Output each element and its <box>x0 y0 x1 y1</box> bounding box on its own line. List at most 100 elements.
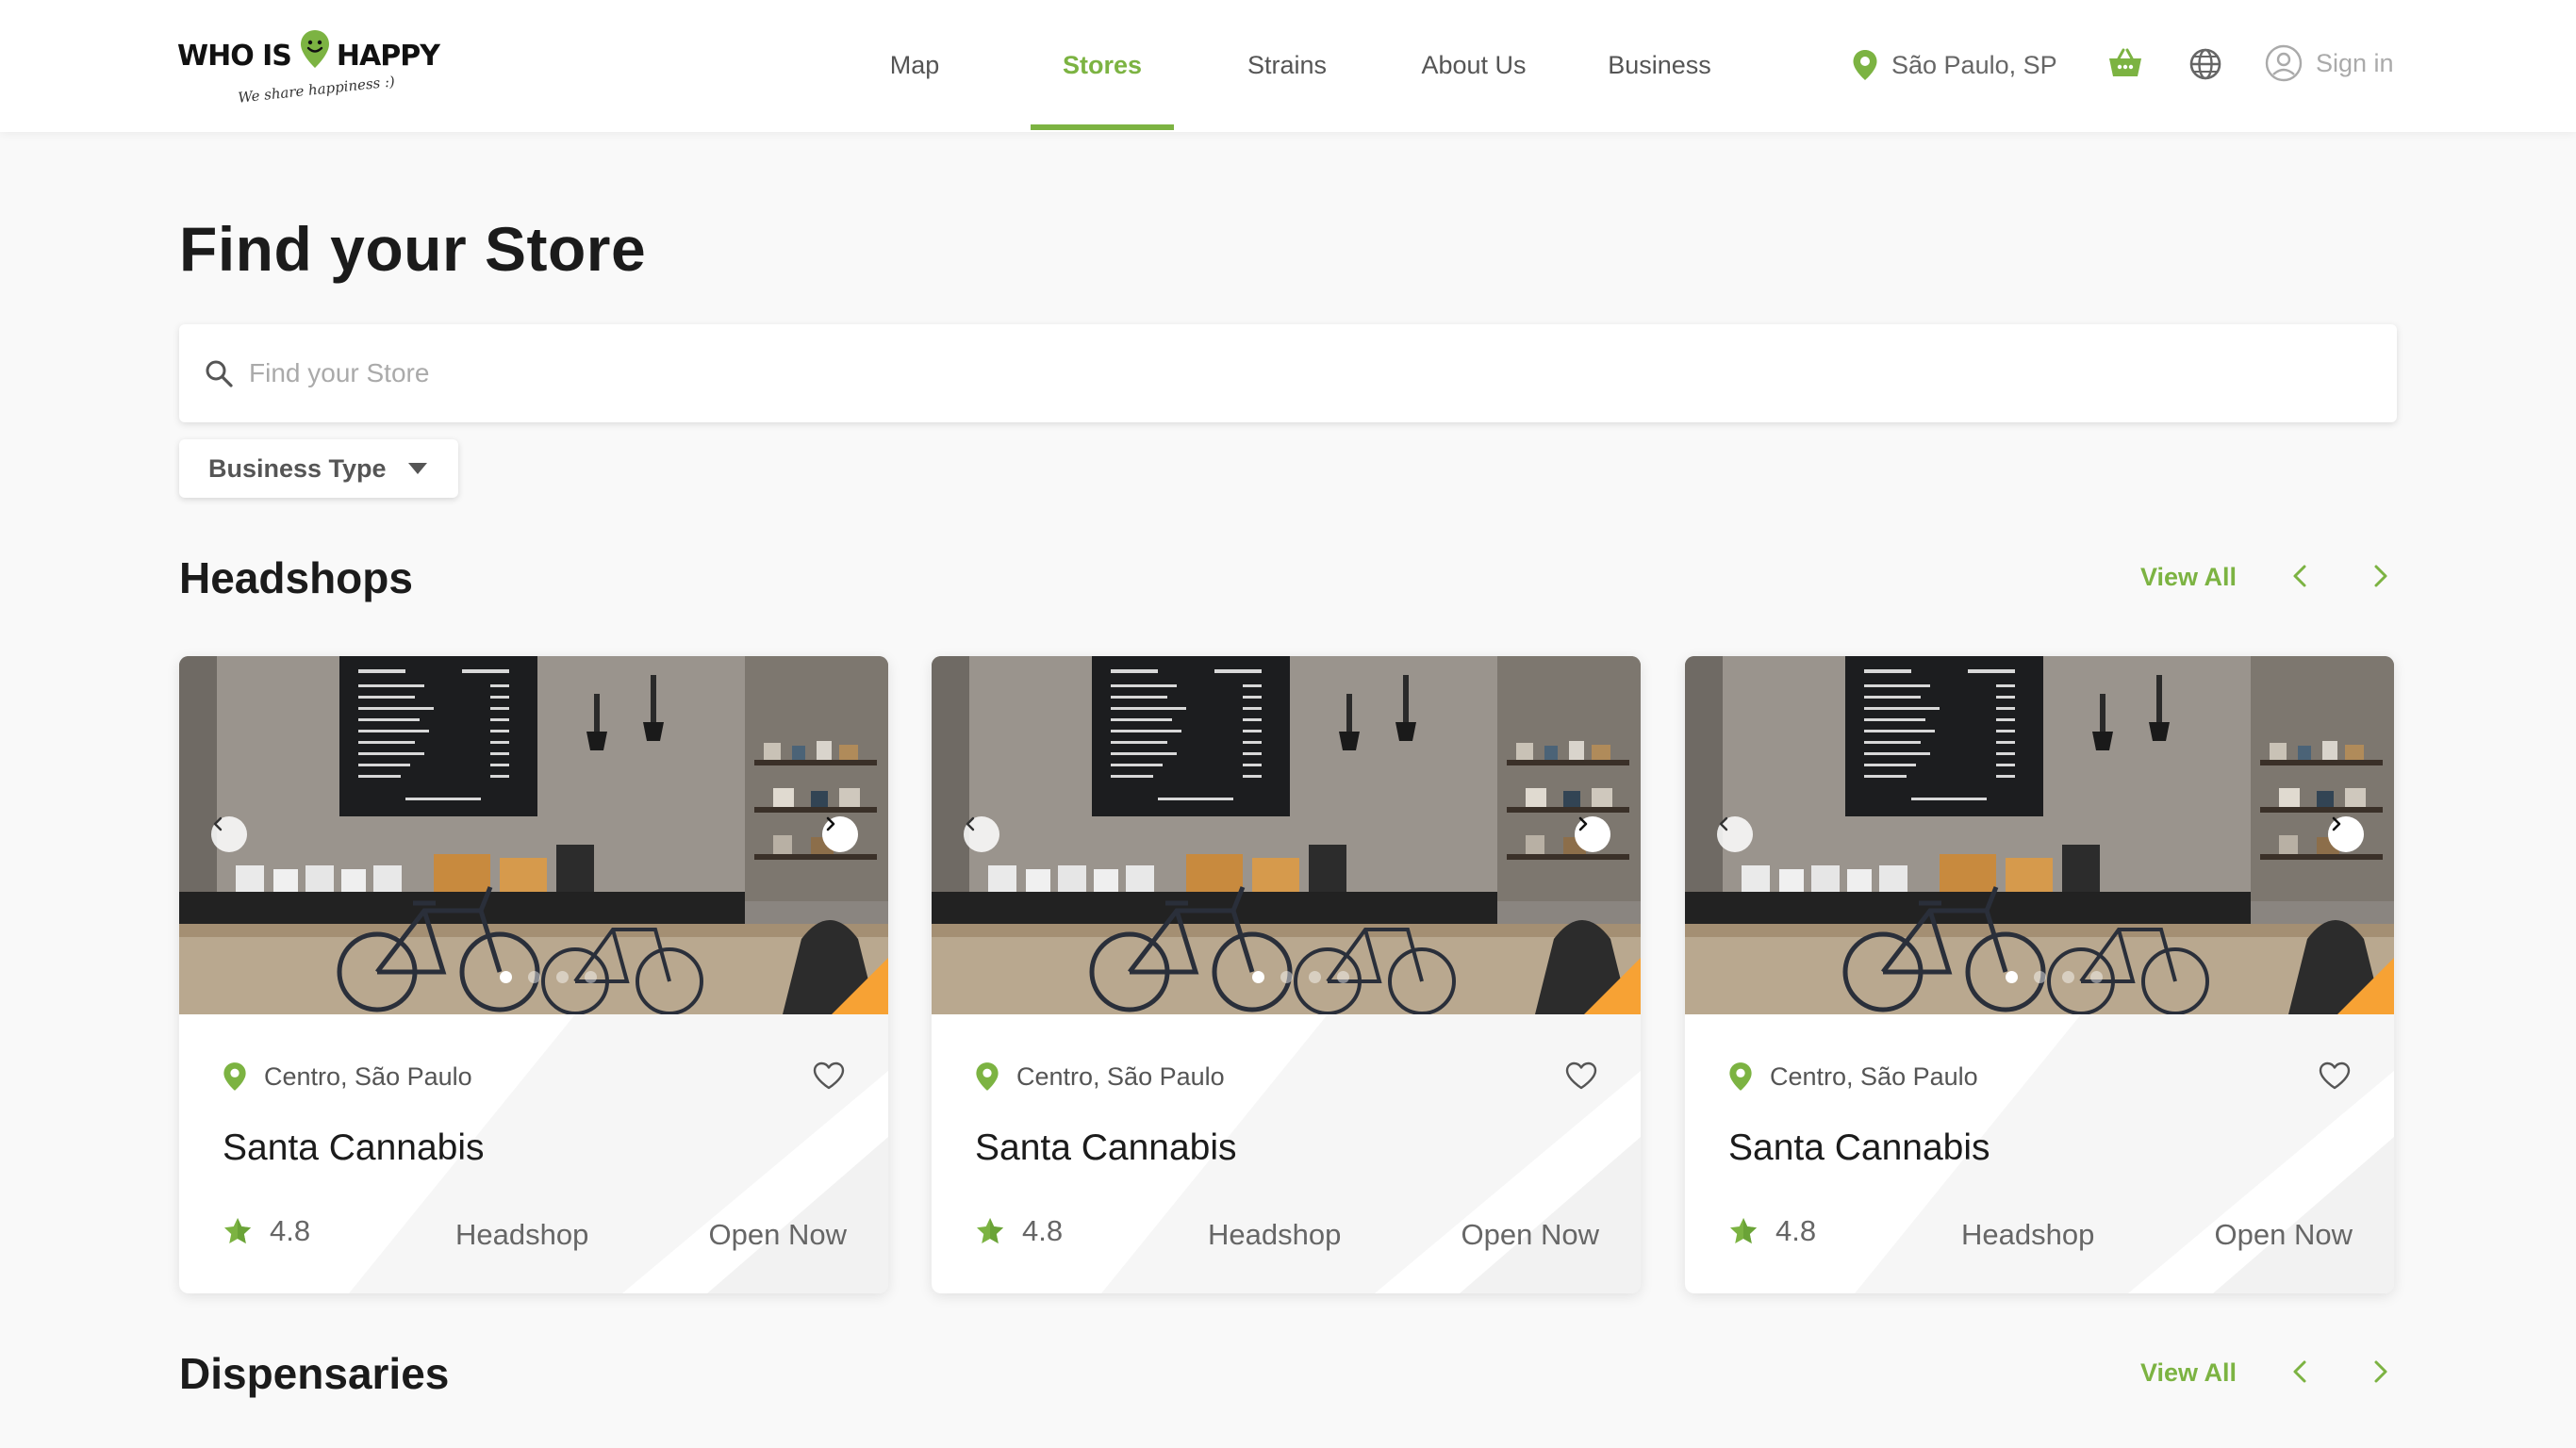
nav-item-map[interactable]: Map <box>853 0 976 132</box>
headshops-prev-arrow-icon[interactable] <box>2287 562 2315 590</box>
photo-pagination <box>1252 971 1365 983</box>
photo-next-button[interactable] <box>2328 816 2364 852</box>
photo-dot[interactable] <box>2090 971 2103 983</box>
chevron-left-icon <box>966 816 975 831</box>
photo-dot[interactable] <box>528 971 540 983</box>
store-open-status: Open Now <box>1461 1218 1599 1251</box>
photo-prev-button[interactable] <box>964 816 999 852</box>
sign-in-label: Sign in <box>2316 48 2394 77</box>
favorite-heart-icon[interactable] <box>813 1061 845 1090</box>
sign-in-button[interactable]: Sign in <box>2265 44 2394 82</box>
store-name[interactable]: Santa Cannabis <box>223 1127 485 1169</box>
star-icon <box>1730 1218 1757 1243</box>
store-location-label: Centro, São Paulo <box>264 1061 472 1091</box>
dispensaries-view-all-link[interactable]: View All <box>2140 1358 2237 1388</box>
store-open-status: Open Now <box>2214 1218 2353 1251</box>
photo-prev-button[interactable] <box>1717 816 1753 852</box>
photo-dot[interactable] <box>1337 971 1349 983</box>
store-rating-value: 4.8 <box>270 1214 311 1247</box>
store-photo-carousel <box>932 656 1641 1014</box>
favorite-heart-icon[interactable] <box>1565 1061 1597 1090</box>
store-meta-row: 4.8 Headshop Open Now <box>223 1214 847 1252</box>
business-type-dropdown[interactable]: Business Type <box>179 439 458 498</box>
caret-down-icon <box>408 463 427 474</box>
store-rating: 4.8 <box>975 1214 1063 1248</box>
photo-dot[interactable] <box>585 971 597 983</box>
location-selector[interactable]: São Paulo, SP <box>1852 45 2057 85</box>
photo-dot[interactable] <box>1309 971 1321 983</box>
location-label: São Paulo, SP <box>1891 50 2057 79</box>
photo-pagination <box>2006 971 2119 983</box>
store-card[interactable]: Centro, São Paulo Santa Cannabis 4.8 Hea… <box>1685 656 2394 1293</box>
store-name[interactable]: Santa Cannabis <box>1728 1127 1990 1169</box>
store-photo <box>932 656 1641 1014</box>
photo-prev-button[interactable] <box>211 816 247 852</box>
store-rating: 4.8 <box>223 1214 310 1248</box>
search-icon <box>206 360 233 387</box>
store-photo-carousel <box>179 656 888 1014</box>
photo-dot[interactable] <box>1280 971 1293 983</box>
chevron-left-icon <box>213 816 223 831</box>
nav-item-about-us[interactable]: About Us <box>1403 0 1544 132</box>
logo-pin-icon <box>300 29 329 68</box>
store-location: Centro, São Paulo <box>223 1061 472 1092</box>
store-meta-row: 4.8 Headshop Open Now <box>975 1214 1599 1252</box>
favorite-heart-icon[interactable] <box>2319 1061 2351 1090</box>
store-photo <box>179 656 888 1014</box>
card-corner-accent <box>2337 958 2394 1014</box>
store-type: Headshop <box>455 1218 589 1251</box>
chevron-left-icon <box>1719 816 1728 831</box>
photo-dot[interactable] <box>556 971 569 983</box>
store-type: Headshop <box>1961 1218 2095 1251</box>
map-pin-icon <box>976 1062 999 1091</box>
store-location-label: Centro, São Paulo <box>1016 1061 1225 1091</box>
store-rating-value: 4.8 <box>1022 1214 1064 1247</box>
store-search-bar <box>179 324 2397 422</box>
logo-tagline: We share happiness :) <box>237 73 396 107</box>
nav-item-business[interactable]: Business <box>1593 0 1726 132</box>
map-pin-icon <box>223 1062 246 1091</box>
store-photo-carousel <box>1685 656 2394 1014</box>
store-card[interactable]: Centro, São Paulo Santa Cannabis 4.8 Hea… <box>932 656 1641 1293</box>
dispensaries-prev-arrow-icon[interactable] <box>2287 1358 2315 1386</box>
globe-icon[interactable] <box>2188 47 2222 81</box>
photo-dot-active[interactable] <box>1252 971 1264 983</box>
store-location-label: Centro, São Paulo <box>1770 1061 1978 1091</box>
star-icon <box>224 1218 251 1243</box>
photo-next-button[interactable] <box>822 816 858 852</box>
headshops-view-all-link[interactable]: View All <box>2140 563 2237 592</box>
headshops-next-arrow-icon[interactable] <box>2366 562 2394 590</box>
store-name[interactable]: Santa Cannabis <box>975 1127 1237 1169</box>
card-corner-accent <box>832 958 888 1014</box>
chevron-right-icon <box>1578 816 1588 831</box>
who-is-happy-logo[interactable]: WHO IS HAPPY We share happiness :) <box>177 28 440 107</box>
store-card[interactable]: Centro, São Paulo Santa Cannabis 4.8 Hea… <box>179 656 888 1293</box>
active-nav-indicator <box>1031 124 1174 130</box>
photo-dot-active[interactable] <box>2006 971 2018 983</box>
business-type-label: Business Type <box>208 453 387 483</box>
store-open-status: Open Now <box>708 1218 847 1251</box>
section-title-headshops: Headshops <box>179 553 413 602</box>
store-rating-value: 4.8 <box>1775 1214 1817 1247</box>
card-corner-accent <box>1584 958 1641 1014</box>
store-meta-row: 4.8 Headshop Open Now <box>1728 1214 2353 1252</box>
star-icon <box>977 1218 1003 1243</box>
map-pin-icon <box>1853 50 1877 80</box>
section-title-dispensaries: Dispensaries <box>179 1349 450 1398</box>
top-header: WHO IS HAPPY We share happiness :) Map S… <box>0 0 2576 132</box>
photo-next-button[interactable] <box>1575 816 1610 852</box>
dispensaries-next-arrow-icon[interactable] <box>2366 1358 2394 1386</box>
nav-item-strains[interactable]: Strains <box>1226 0 1348 132</box>
photo-dot[interactable] <box>2034 971 2046 983</box>
photo-dot[interactable] <box>2062 971 2074 983</box>
chevron-right-icon <box>2332 816 2341 831</box>
store-photo <box>1685 656 2394 1014</box>
user-avatar-icon <box>2265 44 2303 82</box>
store-search-input[interactable] <box>249 324 2323 422</box>
photo-pagination <box>500 971 613 983</box>
logo-wordmark: WHO IS HAPPY <box>177 29 440 73</box>
photo-dot-active[interactable] <box>500 971 512 983</box>
basket-icon[interactable] <box>2107 47 2143 79</box>
nav-item-stores[interactable]: Stores <box>1031 0 1174 132</box>
store-type: Headshop <box>1208 1218 1342 1251</box>
